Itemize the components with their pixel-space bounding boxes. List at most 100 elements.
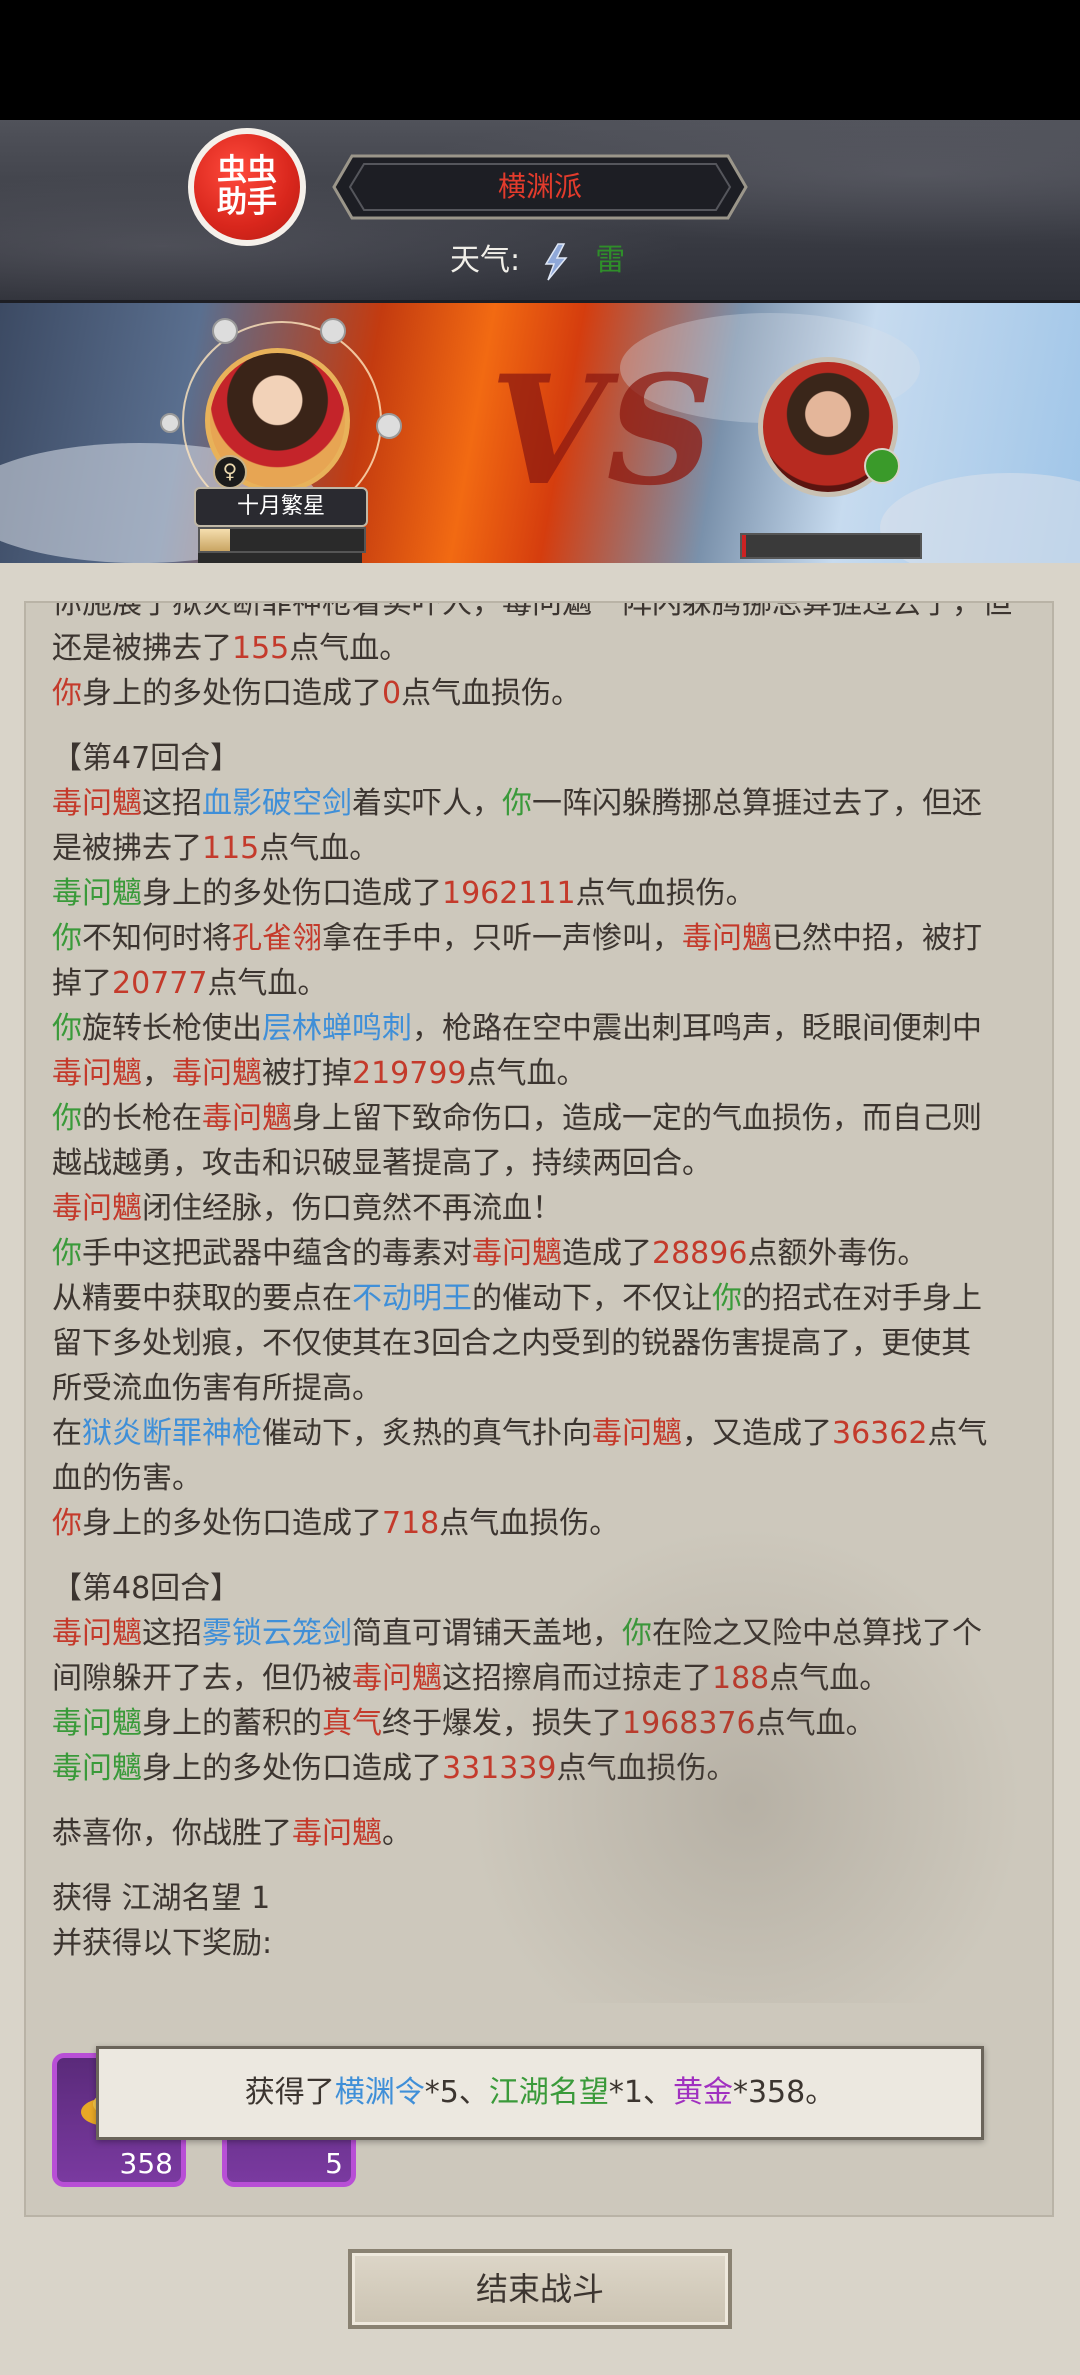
log-line: 你身上的多处伤口造成了0点气血损伤。 bbox=[52, 671, 1042, 716]
result-panel: 你施展了狱炎断罪神枪着实吓人，毒问魑一阵闪躲腾挪总算捱过去了，但 还是被拂去了15… bbox=[0, 563, 1080, 2375]
log-segment: 【第47回合】 bbox=[52, 741, 241, 776]
log-line: 你施展了狱炎断罪神枪着实吓人，毒问魑一阵闪躲腾挪总算捱过去了，但 bbox=[52, 601, 1042, 626]
battle-log[interactable]: 你施展了狱炎断罪神枪着实吓人，毒问魑一阵闪躲腾挪总算捱过去了，但 还是被拂去了15… bbox=[24, 601, 1054, 2217]
log-segment: 点气血损伤。 bbox=[575, 876, 756, 911]
player-mp-bar bbox=[198, 553, 362, 563]
log-segment: 你 bbox=[52, 1011, 82, 1046]
log-segment: 点气 bbox=[927, 1416, 988, 1451]
log-segment: 造成了 bbox=[562, 1236, 652, 1271]
log-segment: 毒问魑 bbox=[52, 1616, 142, 1651]
log-segment: 你施展了 bbox=[52, 601, 172, 621]
log-line: 获得 江湖名望 1 bbox=[52, 1876, 1042, 1921]
log-segment: 江湖名望 1 bbox=[121, 1881, 271, 1916]
log-segment: 点气血。 bbox=[755, 1706, 876, 1741]
log-segment: 点气血。 bbox=[259, 831, 380, 866]
log-segment: 【第48回合】 bbox=[52, 1571, 241, 1606]
log-segment: 身上的多处伤口造成了 bbox=[142, 876, 442, 911]
log-segment: 血的伤害。 bbox=[52, 1461, 202, 1496]
log-line: 毒问魑这招雾锁云笼剑简直可谓铺天盖地，你在险之又险中总算找了个 bbox=[52, 1611, 1042, 1656]
toast-item: 江湖名望 bbox=[488, 2075, 609, 2110]
log-segment: 20777 bbox=[112, 966, 208, 1001]
weather-value: 雷 bbox=[595, 243, 626, 278]
log-segment: 。 bbox=[382, 1816, 412, 1851]
log-segment: 拿在手中，只听一声惨叫， bbox=[322, 921, 682, 956]
log-line: 从精要中获取的要点在不动明王的催动下，不仅让你的招式在对手身上 bbox=[52, 1276, 1042, 1321]
log-segment: 还是被拂去了 bbox=[52, 631, 232, 666]
log-segment: 获得 bbox=[52, 1881, 122, 1916]
log-line: 掉了20777点气血。 bbox=[52, 961, 1042, 1006]
log-segment: 155 bbox=[232, 631, 290, 666]
log-segment: 不动明王 bbox=[352, 1281, 472, 1316]
log-line: 毒问魑身上的多处伤口造成了331339点气血损伤。 bbox=[52, 1746, 1042, 1791]
log-segment: 间隙躲开了去，但仍被 bbox=[52, 1661, 352, 1696]
toast-count: *5、 bbox=[424, 2075, 489, 2110]
skill-orb-icon bbox=[160, 413, 180, 433]
log-segment: 所受流血伤害有所提高。 bbox=[52, 1371, 382, 1406]
log-segment: 你 bbox=[52, 1506, 82, 1541]
log-segment: 毒问魑 bbox=[352, 1661, 442, 1696]
log-segment: 331339 bbox=[442, 1751, 557, 1786]
enemy-hp-fill bbox=[742, 535, 746, 557]
log-segment: ，又造成了 bbox=[682, 1416, 832, 1451]
log-segment: 你 bbox=[502, 786, 532, 821]
log-segment: 你 bbox=[52, 921, 82, 956]
log-segment: 终于爆发，损失了 bbox=[382, 1706, 622, 1741]
log-segment: 点气血损伤。 bbox=[401, 676, 582, 711]
sect-banner: 横渊派 bbox=[330, 152, 750, 222]
log-segment: 毒问魑 bbox=[52, 876, 142, 911]
player-hp-fill bbox=[200, 529, 230, 551]
log-gap bbox=[52, 716, 1042, 736]
log-segment: 真气 bbox=[322, 1706, 382, 1741]
log-gap bbox=[52, 1856, 1042, 1876]
toast-count: *1、 bbox=[608, 2075, 673, 2110]
log-line: 还是被拂去了155点气血。 bbox=[52, 626, 1042, 671]
log-segment: 毒问魑 bbox=[202, 1101, 292, 1136]
reward-toast: 获得了横渊令*5、江湖名望*1、黄金*358。 bbox=[96, 2046, 984, 2140]
log-segment: 血影破空剑 bbox=[202, 786, 352, 821]
battle-scene: VS bbox=[0, 303, 1080, 563]
log-segment: 狱炎断罪神枪 bbox=[82, 1416, 262, 1451]
log-segment: 手中这把武器中蕴含的毒素对 bbox=[82, 1236, 472, 1271]
log-line: 是被拂去了115点气血。 bbox=[52, 826, 1042, 871]
log-segment: 掉了 bbox=[52, 966, 112, 1001]
log-segment: 点气血。 bbox=[289, 631, 410, 666]
end-battle-button[interactable]: 结束战斗 bbox=[348, 2249, 732, 2329]
log-segment: 1962111 bbox=[442, 876, 576, 911]
log-segment: 已然中招，被打 bbox=[772, 921, 982, 956]
reward-count: 5 bbox=[325, 2147, 343, 2180]
log-segment: 越战越勇，攻击和识破显著提高了，持续两回合。 bbox=[52, 1146, 712, 1181]
helper-button[interactable]: 虫虫助手 bbox=[188, 128, 306, 246]
log-segment: 在 bbox=[52, 1416, 82, 1451]
log-segment: 点气血损伤。 bbox=[439, 1506, 620, 1541]
log-segment: 这招 bbox=[142, 786, 202, 821]
log-segment: 旋转长枪使出 bbox=[82, 1011, 262, 1046]
log-segment: 你 bbox=[52, 1236, 82, 1271]
enemy-hp-bar bbox=[740, 533, 922, 559]
skill-orb-icon bbox=[320, 318, 346, 344]
female-icon: ♀ bbox=[213, 455, 247, 489]
weather-display: 天气: 雷 bbox=[450, 236, 625, 286]
log-line: 毒问魑，毒问魑被打掉219799点气血。 bbox=[52, 1051, 1042, 1096]
log-segment: 身上的多处伤口造成了 bbox=[82, 1506, 382, 1541]
log-segment: 这招擦肩而过掠走了 bbox=[442, 1661, 712, 1696]
log-line: 你旋转长枪使出层林蝉鸣刺，枪路在空中震出刺耳鸣声，眨眼间便刺中 bbox=[52, 1006, 1042, 1051]
log-segment: 219799 bbox=[352, 1056, 467, 1091]
toast-prefix: 获得了 bbox=[244, 2075, 335, 2110]
toast-count: *358。 bbox=[732, 2075, 836, 2110]
log-line: 恭喜你，你战胜了毒问魑。 bbox=[52, 1811, 1042, 1856]
log-line: 在狱炎断罪神枪催动下，炙热的真气扑向毒问魑，又造成了36362点气 bbox=[52, 1411, 1042, 1456]
log-segment: ，枪路在空中震出刺耳鸣声，眨眼间便刺中 bbox=[412, 1011, 982, 1046]
log-segment: 毒问魑 bbox=[52, 1191, 142, 1226]
log-line: 越战越勇，攻击和识破显著提高了，持续两回合。 bbox=[52, 1141, 1042, 1186]
reward-count: 358 bbox=[119, 2147, 173, 2180]
log-segment: 点气血。 bbox=[769, 1661, 890, 1696]
log-segment: 层林蝉鸣刺 bbox=[262, 1011, 412, 1046]
log-segment: 简直可谓铺天盖地， bbox=[352, 1616, 622, 1651]
log-line: 毒问魑这招血影破空剑着实吓人，你一阵闪躲腾挪总算捱过去了，但还 bbox=[52, 781, 1042, 826]
log-segment: 点气血损伤。 bbox=[556, 1751, 737, 1786]
log-segment: 188 bbox=[712, 1661, 770, 1696]
log-segment: 催动下，炙热的真气扑向 bbox=[262, 1416, 592, 1451]
log-segment: 毒问魑 bbox=[682, 921, 772, 956]
log-segment: 28896 bbox=[652, 1236, 748, 1271]
log-segment: 点气血。 bbox=[466, 1056, 587, 1091]
